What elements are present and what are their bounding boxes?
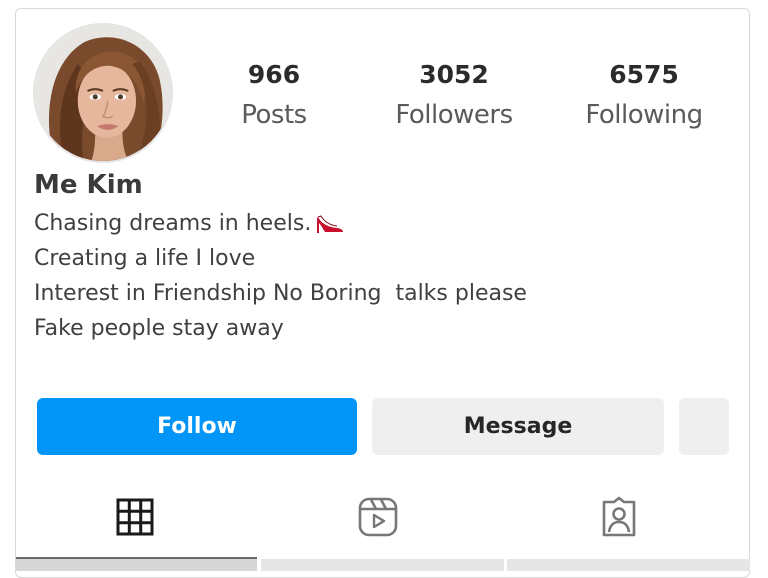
- follow-button[interactable]: Follow: [37, 398, 357, 455]
- followers-count: 3052: [419, 60, 489, 89]
- followers-stat[interactable]: 3052 Followers: [369, 59, 539, 133]
- suggested-users-button[interactable]: [679, 398, 729, 455]
- high-heel-icon: [317, 214, 344, 233]
- posts-label: Posts: [241, 100, 307, 130]
- bio-line: Creating a life I love: [34, 246, 256, 271]
- posts-count: 966: [247, 60, 301, 89]
- tab-reels[interactable]: [356, 495, 400, 539]
- profile-name: Me Kim: [34, 170, 143, 200]
- avatar[interactable]: [33, 23, 173, 163]
- profile-bio: Chasing dreams in heels. Creating a life…: [34, 206, 527, 346]
- followers-label: Followers: [395, 100, 513, 130]
- tab-posts[interactable]: [113, 495, 157, 539]
- message-button[interactable]: Message: [372, 398, 664, 455]
- bio-line: Fake people stay away: [34, 316, 284, 341]
- following-count: 6575: [609, 60, 679, 89]
- bio-line: Interest in Friendship No Boring talks p…: [34, 281, 527, 306]
- reels-icon: [358, 497, 398, 537]
- posts-stat[interactable]: 966 Posts: [189, 59, 359, 133]
- bio-line-text: Chasing dreams in heels.: [34, 211, 312, 236]
- tab-tagged[interactable]: [597, 495, 641, 539]
- grid-icon: [116, 498, 154, 536]
- profile-photo: [35, 25, 171, 161]
- following-stat[interactable]: 6575 Following: [559, 59, 729, 133]
- following-label: Following: [585, 100, 703, 130]
- bio-line: Chasing dreams in heels.: [34, 206, 527, 241]
- tab-indicator: [507, 559, 750, 571]
- tab-indicator: [261, 559, 504, 571]
- profile-card: 966 Posts 3052 Followers 6575 Following …: [15, 8, 750, 578]
- tagged-icon: [602, 496, 636, 537]
